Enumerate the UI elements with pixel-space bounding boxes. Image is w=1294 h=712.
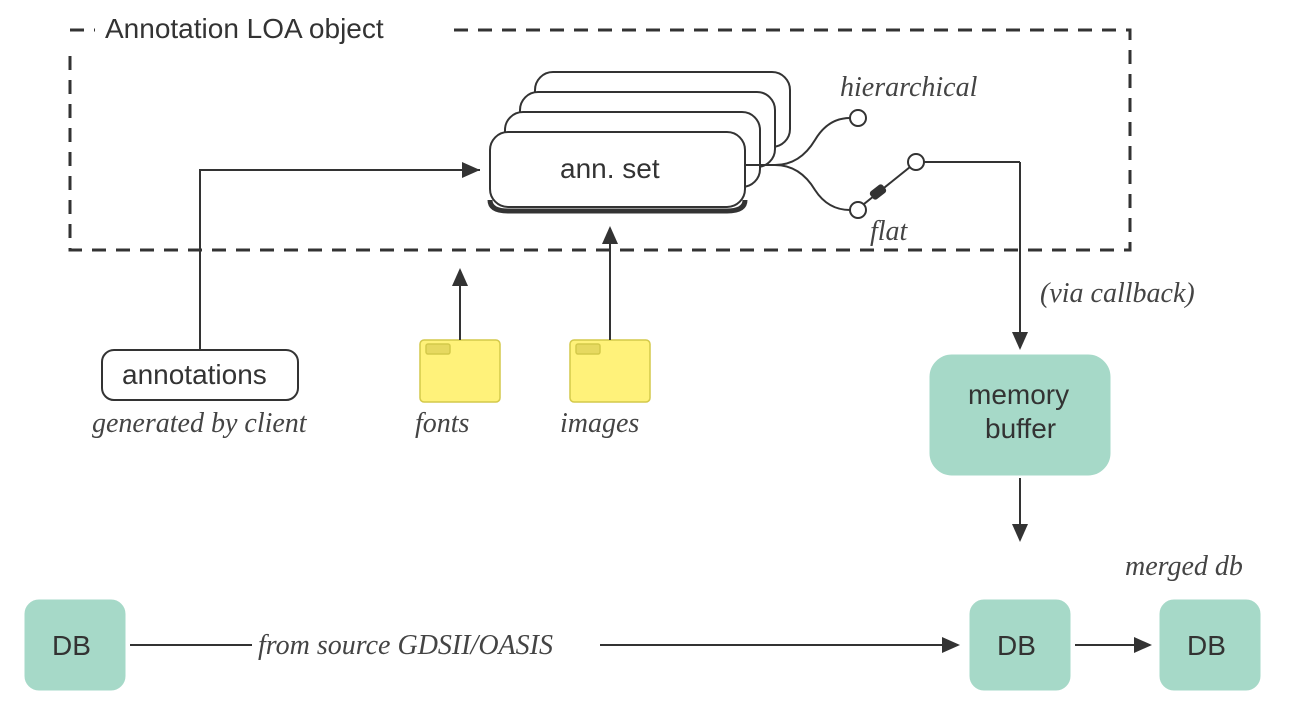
- db-mid-label: DB: [997, 630, 1036, 661]
- annotations-sublabel: generated by client: [92, 408, 308, 439]
- fonts-label: fonts: [415, 408, 470, 439]
- images-label: images: [560, 408, 639, 439]
- switch-node-flat: [850, 202, 866, 218]
- hierarchical-label: hierarchical: [840, 72, 978, 103]
- merged-db-label: merged db: [1125, 551, 1243, 582]
- memory-buffer-label-2: buffer: [985, 413, 1056, 444]
- switch-node-hierarchical: [850, 110, 866, 126]
- via-callback-label: (via callback): [1040, 278, 1195, 309]
- loa-container-title: Annotation LOA object: [105, 13, 384, 44]
- from-source-label: from source GDSII/OASIS: [258, 630, 553, 661]
- images-folder: [570, 340, 650, 402]
- flat-label: flat: [870, 216, 909, 247]
- memory-buffer-label-1: memory: [968, 379, 1069, 410]
- fonts-folder: [420, 340, 500, 402]
- switch-node-output: [908, 154, 924, 170]
- arrow-annotations-to-annset: [200, 170, 480, 350]
- annset-label: ann. set: [560, 153, 660, 184]
- annotations-label: annotations: [122, 359, 267, 390]
- db-left-label: DB: [52, 630, 91, 661]
- db-right-label: DB: [1187, 630, 1226, 661]
